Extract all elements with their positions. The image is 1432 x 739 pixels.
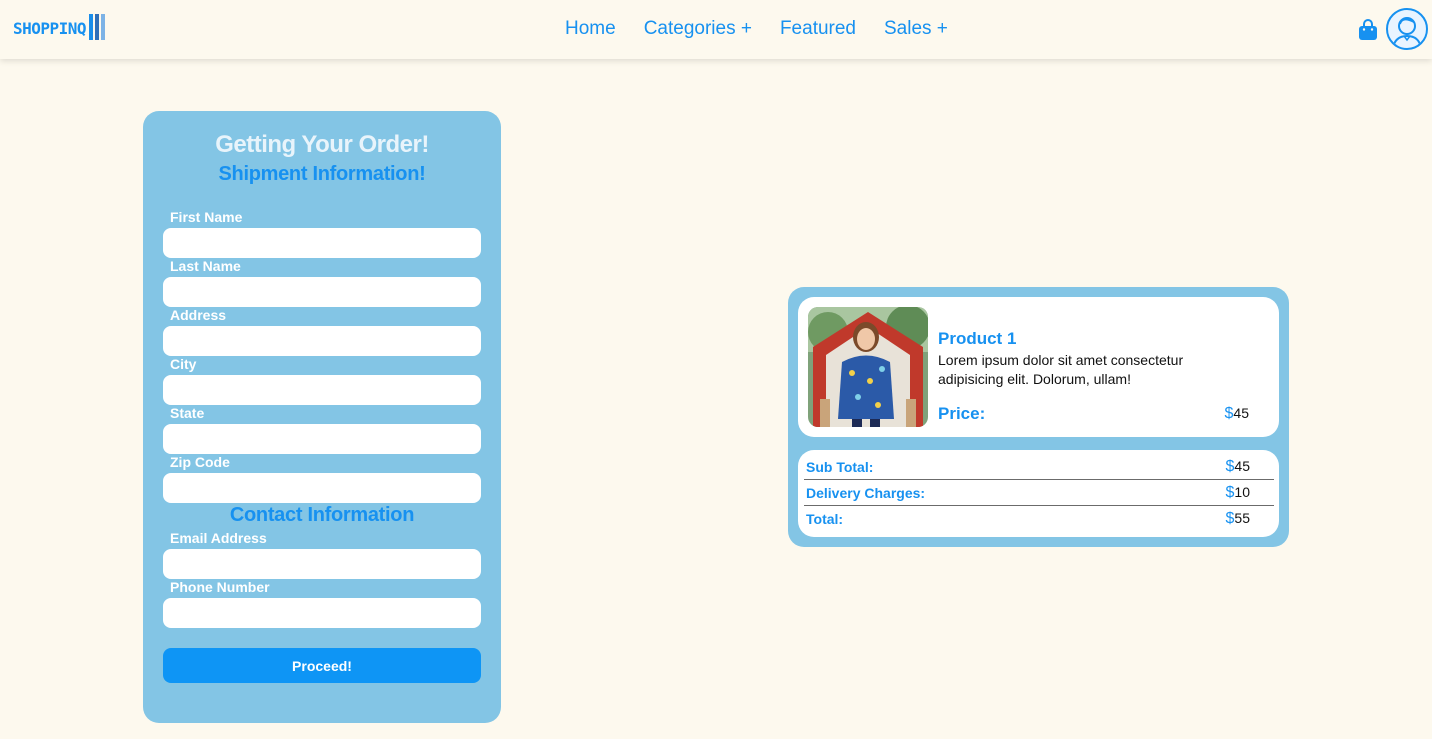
delivery-charges-value: $10 xyxy=(1226,484,1250,502)
product-name[interactable]: Product 1 xyxy=(938,329,1016,349)
shopping-bag-icon[interactable] xyxy=(1358,19,1378,41)
total-value: $55 xyxy=(1226,510,1250,528)
user-silhouette-icon xyxy=(1392,17,1422,48)
user-avatar-icon[interactable] xyxy=(1386,8,1428,50)
delivery-charges-row: Delivery Charges: $10 xyxy=(804,480,1274,506)
subtotal-amount: 45 xyxy=(1234,457,1250,474)
total-amount: 55 xyxy=(1234,510,1250,526)
city-input[interactable] xyxy=(163,375,481,405)
state-label: State xyxy=(170,405,205,421)
total-label: Total: xyxy=(806,511,844,527)
email-input[interactable] xyxy=(163,549,481,579)
total-row: Total: $55 xyxy=(804,506,1274,532)
subtotal-row: Sub Total: $45 xyxy=(804,454,1274,480)
product-description: Lorem ipsum dolor sit amet consectetur a… xyxy=(938,352,1184,387)
proceed-button[interactable]: Proceed! xyxy=(163,648,481,683)
contact-heading: Contact Information xyxy=(229,504,415,526)
zip-code-label: Zip Code xyxy=(170,454,230,470)
first-name-label: First Name xyxy=(170,209,243,225)
price-label: Price: xyxy=(938,404,986,423)
subtotal-label: Sub Total: xyxy=(806,458,874,475)
order-summary-card: Product 1 Lorem ipsum dolor sit amet con… xyxy=(788,287,1289,547)
delivery-charges-amount: 10 xyxy=(1234,483,1250,500)
nav-featured-link[interactable]: Featured xyxy=(780,18,856,40)
email-label: Email Address xyxy=(170,530,267,546)
phone-input[interactable] xyxy=(163,598,481,628)
main-nav: Home Categories + Featured Sales + xyxy=(565,18,976,40)
phone-label: Phone Number xyxy=(170,579,270,595)
state-input[interactable] xyxy=(163,424,481,454)
brand-logo[interactable]: SHOPPINQ xyxy=(13,12,107,42)
nav-categories-link[interactable]: Categories + xyxy=(644,18,752,40)
subtotal-value: $45 xyxy=(1226,458,1250,476)
product-image xyxy=(808,307,928,427)
address-label: Address xyxy=(170,307,227,323)
price-amount: 45 xyxy=(1233,405,1249,421)
nav-home-link[interactable]: Home xyxy=(565,18,616,40)
shipment-heading: Shipment Information! xyxy=(218,163,426,185)
price-value: $45 xyxy=(1225,405,1249,423)
nav-sales-link[interactable]: Sales + xyxy=(884,18,948,40)
top-navbar: SHOPPINQ Home Categories + Featured Sale… xyxy=(0,0,1432,59)
brand-logo-text: SHOPPINQ xyxy=(13,18,87,38)
city-label: City xyxy=(170,356,197,372)
totals-table: Sub Total: $45 Delivery Charges: $10 Tot… xyxy=(798,450,1279,537)
product-photo-illustration xyxy=(808,307,928,427)
delivery-charges-label: Delivery Charges: xyxy=(806,484,926,501)
order-form-card: Getting Your Order! Shipment Information… xyxy=(143,111,501,723)
address-input[interactable] xyxy=(163,326,481,356)
logo-bars-icon xyxy=(89,14,107,40)
last-name-label: Last Name xyxy=(170,258,241,274)
zip-code-input[interactable] xyxy=(163,473,481,503)
last-name-input[interactable] xyxy=(163,277,481,307)
first-name-input[interactable] xyxy=(163,228,481,258)
form-title: Getting Your Order! xyxy=(215,131,429,158)
product-item: Product 1 Lorem ipsum dolor sit amet con… xyxy=(798,297,1279,437)
